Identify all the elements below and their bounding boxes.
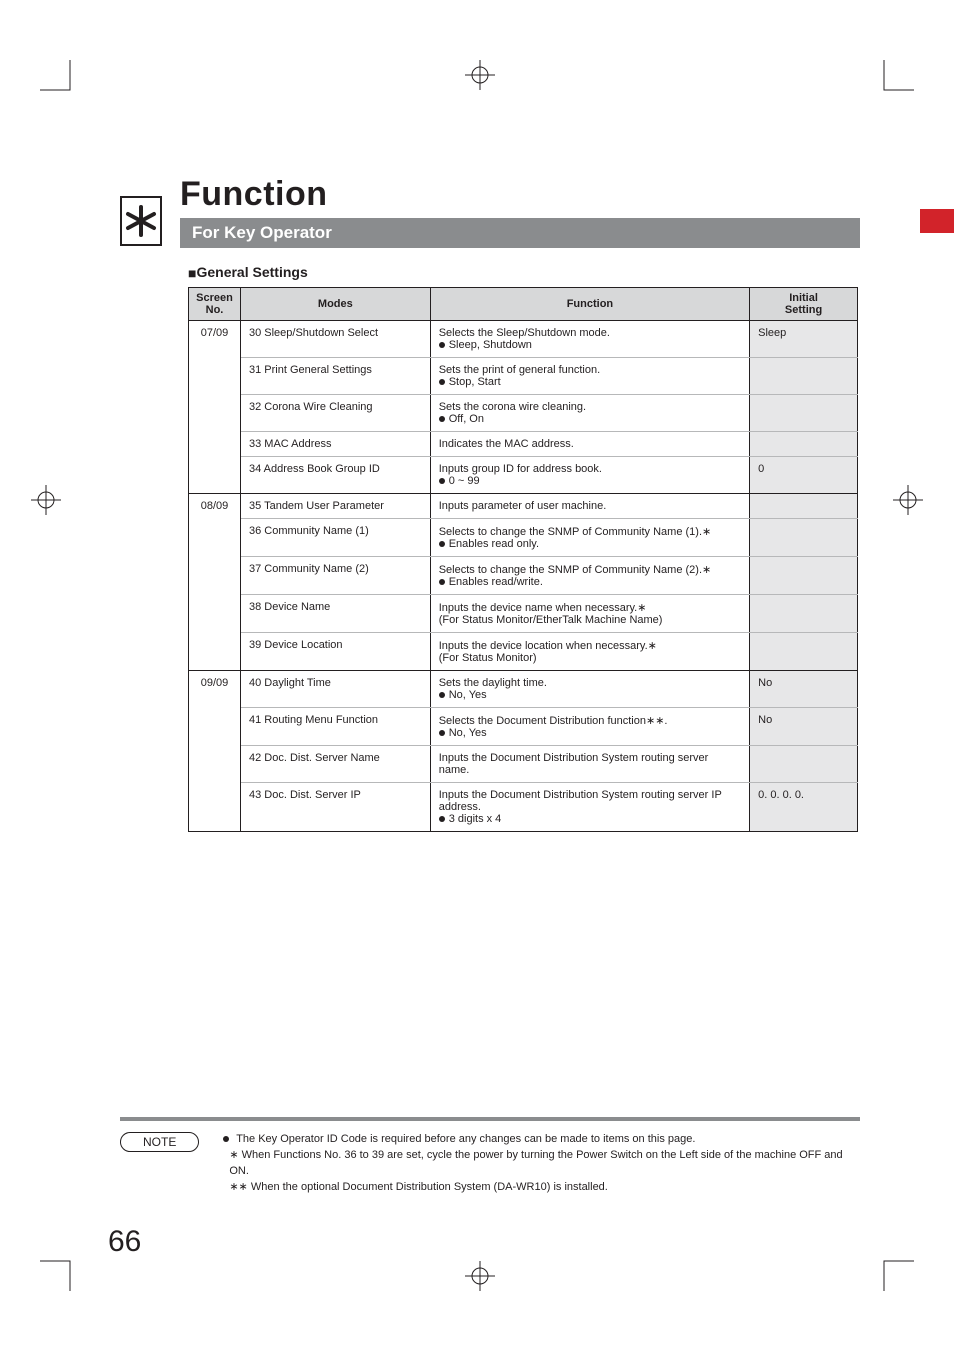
initial-setting-cell	[750, 494, 858, 519]
mode-cell: 31 Print General Settings	[240, 358, 430, 395]
crop-mark-icon	[40, 60, 80, 100]
page-number: 66	[108, 1225, 141, 1259]
initial-setting-cell: 0	[750, 457, 858, 494]
registration-mark-icon	[460, 55, 500, 95]
initial-setting-cell	[750, 432, 858, 457]
crop-mark-icon	[874, 1251, 914, 1291]
mode-cell: 38 Device Name	[240, 595, 430, 633]
general-settings-table: Screen No. Modes Function Initial Settin…	[188, 287, 858, 832]
crop-mark-icon	[874, 60, 914, 100]
function-cell: Sets the corona wire cleaning.Off, On	[430, 395, 749, 432]
mode-cell: 32 Corona Wire Cleaning	[240, 395, 430, 432]
function-cell: Inputs the Document Distribution System …	[430, 746, 749, 783]
mode-cell: 39 Device Location	[240, 633, 430, 671]
mode-cell: 40 Daylight Time	[240, 671, 430, 708]
mode-cell: 30 Sleep/Shutdown Select	[240, 321, 430, 358]
table-row: 41 Routing Menu FunctionSelects the Docu…	[189, 708, 858, 746]
function-cell: Inputs the Document Distribution System …	[430, 783, 749, 832]
page-title: Function	[180, 175, 860, 214]
table-row: 43 Doc. Dist. Server IPInputs the Docume…	[189, 783, 858, 832]
function-asterisk-icon	[120, 196, 162, 246]
table-row: 42 Doc. Dist. Server NameInputs the Docu…	[189, 746, 858, 783]
function-cell: Inputs group ID for address book.0 ~ 99	[430, 457, 749, 494]
section-heading: ■ General Settings	[188, 264, 860, 281]
function-cell: Indicates the MAC address.	[430, 432, 749, 457]
registration-mark-icon	[888, 480, 928, 520]
initial-setting-cell: No	[750, 671, 858, 708]
function-cell: Selects to change the SNMP of Community …	[430, 519, 749, 557]
function-cell: Inputs the device name when necessary.∗(…	[430, 595, 749, 633]
mode-cell: 42 Doc. Dist. Server Name	[240, 746, 430, 783]
registration-mark-icon	[460, 1256, 500, 1296]
table-row: 32 Corona Wire CleaningSets the corona w…	[189, 395, 858, 432]
table-header: Screen No.	[189, 288, 241, 321]
table-row: 31 Print General SettingsSets the print …	[189, 358, 858, 395]
page-subtitle: For Key Operator	[180, 218, 860, 248]
note-badge: NOTE	[120, 1132, 199, 1152]
function-cell: Sets the print of general function.Stop,…	[430, 358, 749, 395]
note-text: The Key Operator ID Code is required bef…	[223, 1132, 860, 1196]
initial-setting-cell	[750, 746, 858, 783]
screen-no-cell: 09/09	[189, 671, 241, 832]
function-cell: Selects the Sleep/Shutdown mode.Sleep, S…	[430, 321, 749, 358]
table-header: Modes	[240, 288, 430, 321]
function-cell: Selects to change the SNMP of Community …	[430, 557, 749, 595]
mode-cell: 41 Routing Menu Function	[240, 708, 430, 746]
function-cell: Selects the Document Distribution functi…	[430, 708, 749, 746]
table-header: Initial Setting	[750, 288, 858, 321]
screen-no-cell: 08/09	[189, 494, 241, 671]
initial-setting-cell	[750, 595, 858, 633]
table-row: 09/0940 Daylight TimeSets the daylight t…	[189, 671, 858, 708]
table-row: 07/0930 Sleep/Shutdown SelectSelects the…	[189, 321, 858, 358]
table-row: 34 Address Book Group IDInputs group ID …	[189, 457, 858, 494]
mode-cell: 43 Doc. Dist. Server IP	[240, 783, 430, 832]
horizontal-rule	[120, 1117, 860, 1121]
screen-no-cell: 07/09	[189, 321, 241, 494]
function-cell: Sets the daylight time.No, Yes	[430, 671, 749, 708]
function-cell: Inputs the device location when necessar…	[430, 633, 749, 671]
table-row: 39 Device LocationInputs the device loca…	[189, 633, 858, 671]
registration-mark-icon	[26, 480, 66, 520]
initial-setting-cell	[750, 633, 858, 671]
table-header: Function	[430, 288, 749, 321]
initial-setting-cell	[750, 557, 858, 595]
mode-cell: 37 Community Name (2)	[240, 557, 430, 595]
mode-cell: 36 Community Name (1)	[240, 519, 430, 557]
mode-cell: 34 Address Book Group ID	[240, 457, 430, 494]
crop-mark-icon	[40, 1251, 80, 1291]
initial-setting-cell	[750, 395, 858, 432]
function-cell: Inputs parameter of user machine.	[430, 494, 749, 519]
initial-setting-cell	[750, 519, 858, 557]
table-row: 33 MAC AddressIndicates the MAC address.	[189, 432, 858, 457]
mode-cell: 33 MAC Address	[240, 432, 430, 457]
initial-setting-cell	[750, 358, 858, 395]
table-row: 38 Device NameInputs the device name whe…	[189, 595, 858, 633]
table-row: 37 Community Name (2)Selects to change t…	[189, 557, 858, 595]
initial-setting-cell: 0. 0. 0. 0.	[750, 783, 858, 832]
mode-cell: 35 Tandem User Parameter	[240, 494, 430, 519]
table-row: 36 Community Name (1)Selects to change t…	[189, 519, 858, 557]
red-accent-bar	[920, 209, 954, 233]
table-row: 08/0935 Tandem User ParameterInputs para…	[189, 494, 858, 519]
initial-setting-cell: Sleep	[750, 321, 858, 358]
initial-setting-cell: No	[750, 708, 858, 746]
